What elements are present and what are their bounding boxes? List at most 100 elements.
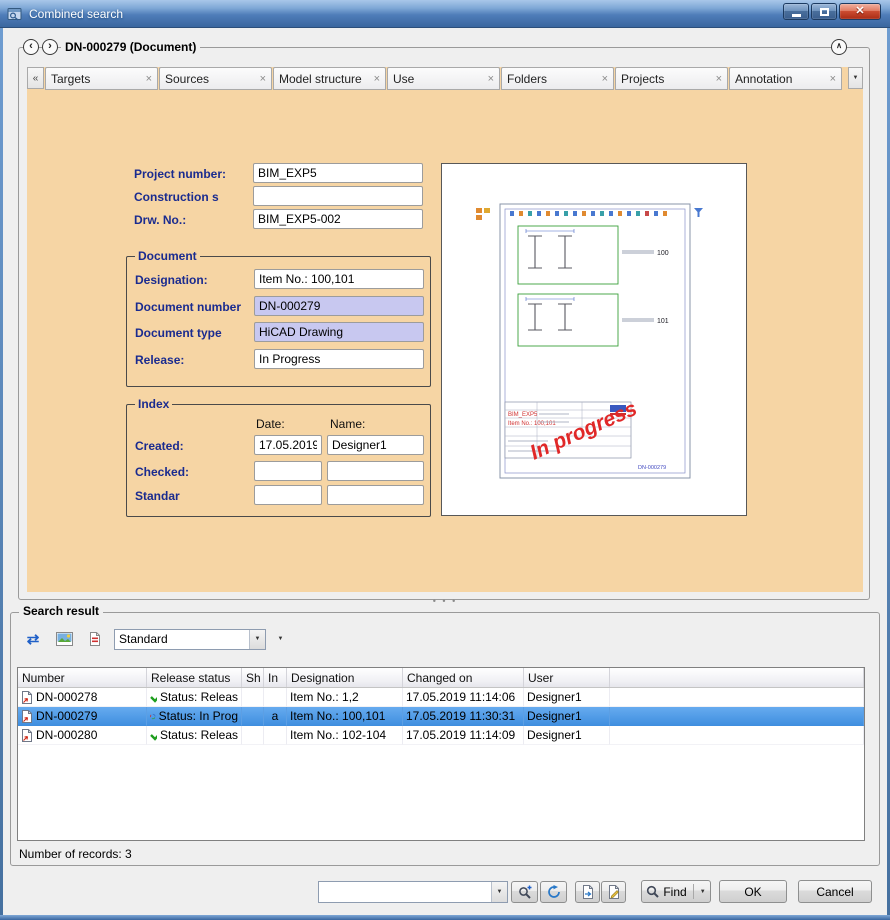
sheet-cell (242, 707, 264, 726)
minimize-button[interactable] (783, 3, 809, 20)
tab-overflow-button[interactable]: ▼ (848, 67, 863, 89)
tab-label: Folders (507, 72, 600, 86)
sync-arrows-icon: ⇄ (27, 632, 40, 647)
designation-label: Designation: (135, 273, 208, 287)
document-group: Document Designation: Document number Do… (126, 256, 431, 387)
index-cell: a (264, 707, 287, 726)
result-table: Number Release status Sh In Designation … (17, 667, 865, 841)
column-header-index[interactable]: In (264, 668, 287, 687)
report-button[interactable] (83, 628, 107, 650)
status-cell: Status: Releas (147, 726, 242, 745)
document-number-field[interactable] (254, 296, 424, 316)
tab-use[interactable]: Use× (387, 67, 500, 90)
preview-doc-number: DN-000279 (638, 465, 666, 471)
item-label-a: 100 (657, 250, 669, 257)
result-row-selected[interactable]: DN-000279 Status: In Prog a Item No.: 10… (18, 707, 864, 726)
tab-close-icon[interactable]: × (602, 73, 608, 85)
tab-sources[interactable]: Sources× (159, 67, 272, 90)
tab-projects[interactable]: Projects× (615, 67, 728, 90)
tab-label: Annotation (735, 72, 828, 86)
tab-targets[interactable]: Targets× (45, 67, 158, 90)
release-input[interactable] (254, 349, 424, 369)
tab-close-icon[interactable]: × (488, 73, 494, 85)
document-type-field[interactable] (254, 322, 424, 342)
tab-label: Use (393, 72, 486, 86)
designation-input[interactable] (254, 269, 424, 289)
filter-icon (694, 208, 703, 217)
maximize-button[interactable] (811, 3, 837, 20)
construction-section-label: Construction s (134, 190, 219, 204)
find-magnifier-icon (646, 885, 659, 898)
document-number-label: Document number (135, 300, 241, 314)
panel-splitter[interactable]: • • • (405, 596, 485, 606)
tab-close-icon[interactable]: × (374, 73, 380, 85)
annotation-icons (476, 208, 490, 220)
created-name-input[interactable] (327, 435, 424, 455)
preview-image-button[interactable] (52, 628, 76, 650)
document-type-label: Document type (135, 326, 222, 340)
result-row[interactable]: DN-000280 Status: Releas Item No.: 102-1… (18, 726, 864, 745)
nav-back-button[interactable]: ‹ (23, 39, 39, 55)
cancel-button[interactable]: Cancel (798, 880, 872, 903)
column-header-number[interactable]: Number (18, 668, 147, 687)
column-header-designation[interactable]: Designation (287, 668, 403, 687)
standard-name-input[interactable] (327, 485, 424, 505)
column-header-release-status[interactable]: Release status (147, 668, 242, 687)
tab-close-icon[interactable]: × (830, 73, 836, 85)
result-preset-combobox[interactable]: Standard ▼ (114, 629, 266, 650)
preset-menu-button[interactable]: ▼ (273, 628, 288, 650)
image-icon (56, 632, 73, 646)
tabstrip: « Targets× Sources× Model structure× Use… (27, 67, 863, 90)
checked-name-input[interactable] (327, 461, 424, 481)
created-date-input[interactable] (254, 435, 322, 455)
nav-forward-button[interactable]: › (42, 39, 58, 55)
window-title: Combined search (29, 7, 123, 21)
table-header-row: Number Release status Sh In Designation … (18, 668, 864, 688)
overflow-arrow-icon: ▼ (853, 75, 859, 81)
refresh-icon (547, 885, 561, 899)
tab-model-structure[interactable]: Model structure× (273, 67, 386, 90)
document-panel: ‹ › DN-000279 (Document) ∧ « Targets× So… (18, 47, 870, 600)
window-frame-left (0, 28, 3, 920)
new-search-button[interactable] (511, 881, 538, 903)
column-header-changed-on[interactable]: Changed on (403, 668, 524, 687)
index-group: Index Date: Name: Created: Checked: Stan… (126, 404, 431, 517)
find-button[interactable]: Find ▼ (641, 880, 711, 903)
column-header-filler (610, 668, 864, 687)
column-header-sheet[interactable]: Sh (242, 668, 264, 687)
standard-date-input[interactable] (254, 485, 322, 505)
tab-annotation[interactable]: Annotation× (729, 67, 842, 90)
refresh-results-button[interactable]: ⇄ (21, 628, 45, 650)
column-header-user[interactable]: User (524, 668, 610, 687)
result-toolbar: ⇄ Standard ▼ ▼ (21, 627, 288, 651)
checked-date-input[interactable] (254, 461, 322, 481)
number-cell: DN-000279 (18, 707, 147, 726)
load-document-button[interactable] (575, 881, 600, 903)
tab-scroll-left-button[interactable]: « (27, 67, 44, 89)
value-combobox[interactable]: ▼ (318, 881, 508, 903)
collapse-button[interactable]: ∧ (831, 39, 847, 55)
document-panel-title: DN-000279 (Document) (61, 40, 200, 54)
update-button[interactable] (540, 881, 567, 903)
close-button[interactable]: ✕ (839, 3, 881, 20)
designation-cell: Item No.: 1,2 (287, 688, 403, 707)
tab-close-icon[interactable]: × (260, 73, 266, 85)
designation-cell: Item No.: 102-104 (287, 726, 403, 745)
document-edit-icon (608, 885, 620, 899)
result-row[interactable]: DN-000278 Status: Releas Item No.: 1,2 1… (18, 688, 864, 707)
tab-close-icon[interactable]: × (146, 73, 152, 85)
construction-section-input[interactable] (253, 186, 423, 206)
project-number-input[interactable] (253, 163, 423, 183)
search-result-panel: Search result ⇄ Standard ▼ ▼ Number Rele (10, 612, 880, 866)
app-icon (7, 6, 23, 22)
find-dropdown-icon[interactable]: ▼ (700, 889, 706, 895)
tab-folders[interactable]: Folders× (501, 67, 614, 90)
drw-no-input[interactable] (253, 209, 423, 229)
titleblock-project-text: BIM_EXP5 (508, 412, 538, 418)
ok-button-label: OK (744, 885, 761, 899)
edit-document-button[interactable] (601, 881, 626, 903)
designation-cell: Item No.: 100,101 (287, 707, 403, 726)
ok-button[interactable]: OK (719, 880, 787, 903)
search-result-title: Search result (19, 604, 103, 618)
tab-close-icon[interactable]: × (716, 73, 722, 85)
